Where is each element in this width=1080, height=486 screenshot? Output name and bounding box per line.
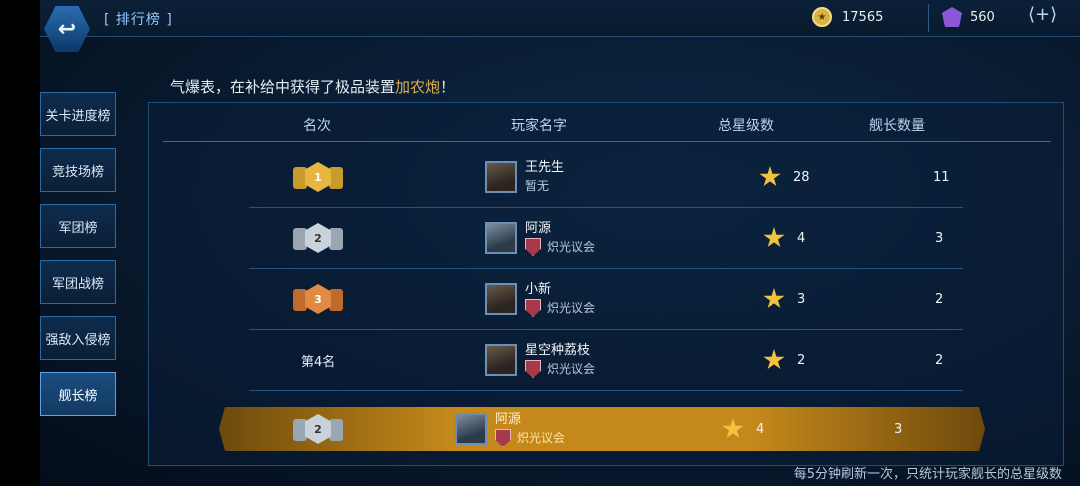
header-stars: 总星级数 bbox=[718, 118, 774, 134]
stars-value: 4 bbox=[797, 230, 806, 246]
player-cell: 阿源 炽光议会 bbox=[455, 407, 565, 451]
guild-shield-icon bbox=[525, 238, 541, 256]
gem-icon bbox=[942, 7, 962, 27]
gold-rank-badge-icon: 1 bbox=[293, 157, 343, 197]
star-icon bbox=[759, 166, 781, 187]
header-player: 玩家名字 bbox=[511, 118, 567, 134]
header-divider bbox=[163, 141, 1051, 142]
guild-name: 炽光议会 bbox=[517, 431, 566, 445]
table-row[interactable]: 3 小新 炽光议会 3 2 bbox=[249, 269, 963, 330]
bronze-rank-badge-icon: 3 bbox=[293, 279, 343, 319]
sidebar: 关卡进度榜 竞技场榜 军团榜 军团战榜 强敌入侵榜 舰长榜 bbox=[40, 92, 118, 428]
sidebar-item-legion-war[interactable]: 军团战榜 bbox=[40, 260, 116, 304]
rank-cell: 2 bbox=[293, 208, 343, 268]
avatar[interactable] bbox=[485, 344, 517, 376]
stars-cell: 4 bbox=[763, 208, 805, 268]
refresh-note: 每5分钟刷新一次，只统计玩家舰长的总星级数 bbox=[793, 467, 1062, 482]
header-rank: 名次 bbox=[303, 118, 331, 134]
avatar[interactable] bbox=[485, 222, 517, 254]
player-name: 王先生 bbox=[525, 160, 565, 175]
sidebar-item-legion[interactable]: 军团榜 bbox=[40, 204, 116, 248]
star-icon bbox=[722, 418, 744, 440]
coin-amount: 17565 bbox=[842, 9, 884, 25]
stars-cell: 3 bbox=[763, 269, 805, 329]
guild-name: 炽光议会 bbox=[547, 240, 596, 254]
captains-cell: 3 bbox=[894, 407, 902, 451]
ticker-suffix: ！ bbox=[440, 78, 456, 96]
captains-cell: 11 bbox=[933, 147, 950, 207]
back-button[interactable]: ↩ bbox=[44, 6, 90, 52]
coin-icon: ★ bbox=[812, 7, 832, 27]
sidebar-item-captain[interactable]: 舰长榜 bbox=[40, 372, 116, 416]
avatar[interactable] bbox=[485, 161, 517, 193]
table-row[interactable]: 2 阿源 炽光议会 4 3 bbox=[249, 208, 963, 269]
stars-value: 2 bbox=[797, 352, 806, 368]
captains-cell: 2 bbox=[935, 330, 943, 390]
news-ticker: 气爆表，在补给中获得了极品装置加农炮！ bbox=[170, 76, 455, 97]
leaderboard-table: 名次 玩家名字 总星级数 舰长数量 1 王先生 暂无 28 11 2 阿源 炽光… bbox=[148, 102, 1064, 466]
add-currency-button[interactable]: ⟨+⟩ bbox=[1028, 4, 1057, 25]
stars-value: 28 bbox=[793, 169, 810, 185]
silver-rank-badge-icon: 2 bbox=[293, 218, 343, 258]
sidebar-item-stage-progress[interactable]: 关卡进度榜 bbox=[40, 92, 116, 136]
star-icon bbox=[763, 349, 785, 370]
guild-shield-icon bbox=[525, 299, 541, 317]
stars-value: 3 bbox=[797, 291, 806, 307]
page-title: [ 排行榜 ] bbox=[104, 12, 173, 28]
captains-cell: 2 bbox=[935, 269, 943, 329]
header-captains: 舰长数量 bbox=[869, 118, 925, 134]
rank-cell: 1 bbox=[293, 147, 343, 207]
currency-divider bbox=[928, 4, 929, 32]
my-rank-row[interactable]: 2 阿源 炽光议会 4 3 bbox=[219, 407, 985, 451]
avatar[interactable] bbox=[485, 283, 517, 315]
guild-name: 炽光议会 bbox=[547, 301, 596, 315]
stars-cell: 4 bbox=[722, 407, 764, 451]
table-row[interactable]: 1 王先生 暂无 28 11 bbox=[249, 147, 963, 208]
ticker-text: 气爆表，在补给中获得了极品装置 bbox=[170, 78, 396, 96]
player-cell: 星空种荔枝 炽光议会 bbox=[485, 330, 595, 390]
rank-cell: 2 bbox=[293, 407, 343, 451]
star-icon bbox=[763, 288, 785, 309]
guild-name: 暂无 bbox=[525, 179, 550, 193]
star-icon bbox=[763, 227, 785, 248]
rank-cell: 3 bbox=[293, 269, 343, 329]
coin-counter: ★ 17565 bbox=[812, 7, 883, 27]
player-cell: 王先生 暂无 bbox=[485, 147, 564, 207]
player-cell: 小新 炽光议会 bbox=[485, 269, 595, 329]
gem-amount: 560 bbox=[970, 9, 995, 25]
stars-cell: 2 bbox=[763, 330, 805, 390]
sidebar-item-arena[interactable]: 竞技场榜 bbox=[40, 148, 116, 192]
top-bar: ↩ [ 排行榜 ] ★ 17565 560 ⟨+⟩ bbox=[40, 0, 1080, 52]
silver-rank-badge-icon: 2 bbox=[293, 409, 343, 449]
avatar[interactable] bbox=[455, 413, 487, 445]
guild-name: 炽光议会 bbox=[547, 362, 596, 376]
guild-shield-icon bbox=[495, 429, 511, 447]
plus-icon: + bbox=[1035, 4, 1051, 25]
player-name: 星空种荔枝 bbox=[525, 343, 591, 358]
table-row[interactable]: 第4名 星空种荔枝 炽光议会 2 2 bbox=[249, 330, 963, 391]
player-name: 阿源 bbox=[525, 221, 552, 236]
gem-counter: 560 bbox=[942, 7, 995, 27]
captains-value: 2 bbox=[935, 352, 944, 368]
captains-value: 11 bbox=[933, 169, 950, 185]
player-name: 小新 bbox=[525, 282, 552, 297]
stars-cell: 28 bbox=[759, 147, 810, 207]
back-arrow-icon: ↩ bbox=[57, 16, 77, 42]
stars-value: 4 bbox=[756, 421, 765, 437]
captains-value: 2 bbox=[935, 291, 944, 307]
rank-text: 第4名 bbox=[301, 354, 336, 370]
captains-cell: 3 bbox=[935, 208, 943, 268]
guild-shield-icon bbox=[525, 360, 541, 378]
sidebar-item-invasion[interactable]: 强敌入侵榜 bbox=[40, 316, 116, 360]
leaderboard-screen: ↩ [ 排行榜 ] ★ 17565 560 ⟨+⟩ 关卡进度榜 竞技场榜 军团榜… bbox=[40, 0, 1080, 486]
rank-cell: 第4名 bbox=[301, 330, 335, 390]
captains-value: 3 bbox=[894, 421, 903, 437]
player-cell: 阿源 炽光议会 bbox=[485, 208, 595, 268]
captains-value: 3 bbox=[935, 230, 944, 246]
player-name: 阿源 bbox=[495, 412, 522, 427]
ticker-item: 加农炮 bbox=[395, 78, 441, 96]
